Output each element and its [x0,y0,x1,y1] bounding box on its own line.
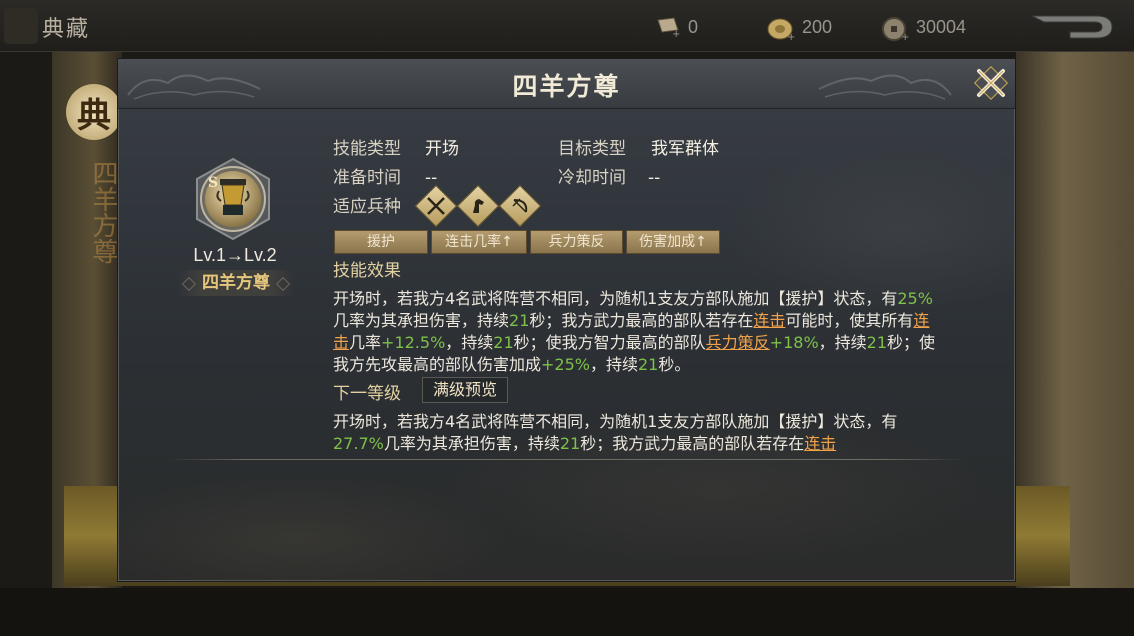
dialog-header: 四羊方尊 [118,59,1015,109]
effect-description: 开场时，若我方4名武将阵营不相同，为随机1支友方部队施加【援护】状态，有25% 几… [333,288,943,376]
skill-type-value: 开场 [425,139,459,159]
gold-coin-icon: + [766,16,796,43]
next-level-effect-scroll[interactable]: 开场时，若我方4名武将阵营不相同，为随机1支友方部队施加【援护】状态，有 27.7… [333,411,973,451]
effect-text: ，持续 [445,333,494,352]
jade-count: 0 [688,16,699,37]
cavalry-horse-icon [456,184,500,228]
next-level-label: 下一等级 [333,384,401,404]
skill-detail-dialog: 四羊方尊 S Lv.1→Lv.2 四羊方尊 技能类型 开场 目标类型 我军群体 … [117,58,1016,582]
resource-copper: + 30004 [880,16,967,43]
effect-value: +12.5% [381,333,446,352]
effect-text: 开场时，若我方4名武将阵营不相同，为随机1支友方部队施加【援护】状态，有 [333,289,898,308]
svg-text:+: + [672,29,680,38]
resource-gold: + 200 [766,16,833,43]
skill-emblem-icon: S [193,157,273,241]
divider [168,459,964,460]
svg-text:+: + [787,32,795,42]
return-arrow-icon [1031,15,1113,39]
jade-icon: + [652,16,682,40]
keyword-link-combo[interactable]: 连击 [804,434,836,451]
gold-count: 200 [802,16,833,37]
max-level-preview-button[interactable]: 满级预览 [422,377,509,403]
tag-troop-defect: 兵力策反 [530,230,623,254]
close-button[interactable] [973,65,1009,101]
resource-jade: + 0 [652,16,699,40]
dialog-title: 四羊方尊 [512,72,621,101]
effect-text: 几率为其承担伤害，持续 [333,311,510,330]
svg-text:+: + [901,32,909,42]
skill-type-label: 技能类型 [333,139,401,159]
keyword-link-defect[interactable]: 兵力策反 [706,333,770,352]
effect-value: 27.7% [333,434,384,451]
svg-text:S: S [208,175,218,191]
tag-combo-rate: 连击几率↑ [431,230,527,254]
effect-value: 21 [559,434,581,451]
effect-text: 秒；我方武力最高的部队若存在 [580,434,805,451]
keyword-link-combo[interactable]: 连击 [753,311,785,330]
effect-value: +25% [541,355,590,374]
skill-level: Lv.1→Lv.2 [193,245,277,265]
tag-damage-bonus: 伤害加成↑ [626,230,720,254]
cooldown-value: -- [648,168,661,188]
effect-value: 21 [493,333,514,352]
background-scroll-text: 三國六韜示紀蛇丹碑千 [1114,165,1130,305]
target-type-label: 目标类型 [558,139,626,159]
background-card-name: 四羊方尊 [88,160,118,264]
tag-protect: 援护 [334,230,428,254]
effect-value: +18% [769,333,819,352]
effect-text: ，持续 [589,355,638,374]
troop-type-icons [414,184,542,228]
copper-count: 30004 [916,16,967,37]
skill-name-label: 四羊方尊 [178,270,294,296]
next-level-effect-description: 开场时，若我方4名武将阵营不相同，为随机1支友方部队施加【援护】状态，有 27.7… [333,411,943,451]
cooldown-label: 冷却时间 [558,168,626,188]
effect-section-title: 技能效果 [333,261,401,281]
effect-text: 开场时，若我方4名武将阵营不相同，为随机1支友方部队施加【援护】状态，有 [333,412,898,431]
effect-text: 秒；使我方智力最高的部队 [513,333,706,352]
effect-text: 秒。 [658,355,691,374]
effect-text: 可能时，使其所有 [785,311,914,330]
copper-coin-icon: + [880,16,910,43]
back-button[interactable] [1030,12,1116,42]
effect-value: 21 [638,355,659,374]
effect-value: 21 [509,311,530,330]
effect-value: 21 [866,333,888,352]
background-bottom [0,588,1134,636]
close-icon [973,65,1009,101]
menu-ornament-icon [4,8,38,44]
prep-time-label: 准备时间 [333,168,401,188]
effect-value: 25% [897,289,933,308]
effect-text: 秒；我方武力最高的部队若存在 [529,311,754,330]
page-title: 典藏 [42,17,91,42]
effect-text: ，持续 [818,333,867,352]
target-type-value: 我军群体 [651,139,719,159]
spear-cross-icon [414,184,458,228]
troop-type-label: 适应兵种 [333,197,401,217]
skill-tags: 援护 连击几率↑ 兵力策反 伤害加成↑ [334,230,720,254]
effect-text: 几率 [349,333,382,352]
top-bar: 典藏 + 0 + 200 + 30004 [0,0,1134,52]
background-card-badge: 典 [66,84,122,140]
bow-icon [498,184,542,228]
effect-text: 几率为其承担伤害，持续 [383,434,560,451]
